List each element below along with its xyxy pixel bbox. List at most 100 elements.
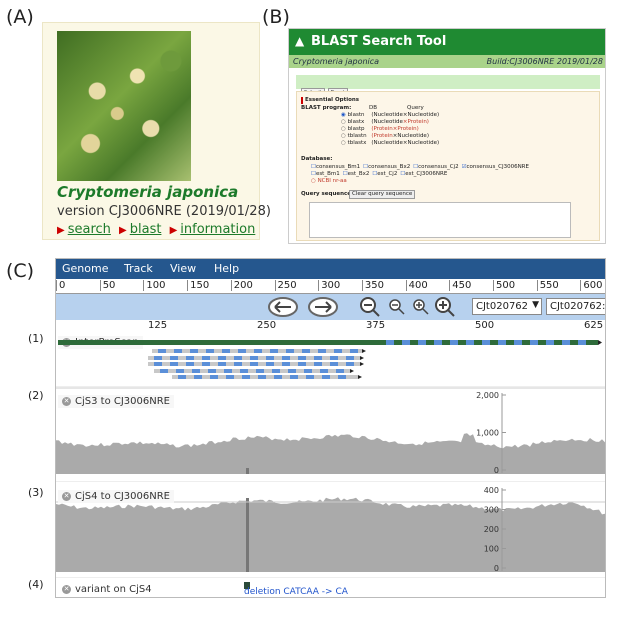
col-db: DB bbox=[369, 105, 378, 111]
program-name: blastp bbox=[347, 126, 365, 132]
db-option[interactable]: ☐consensus_Cj2 bbox=[413, 164, 458, 170]
db-ncbi[interactable]: NCBI nr-aa bbox=[318, 178, 347, 184]
program-option[interactable]: ○ blastx (Nucleotide×Protein) bbox=[341, 119, 439, 126]
zoom-in-icon[interactable] bbox=[413, 299, 429, 315]
db-option[interactable]: ☐est_Cj2 bbox=[372, 171, 397, 177]
db-option[interactable]: ☐consensus_Bm1 bbox=[311, 164, 360, 170]
blast-form: Essential Options BLAST program: DB Quer… bbox=[296, 91, 600, 241]
program-option[interactable]: ○ tblastn (Protein×Nucleotide) bbox=[341, 133, 439, 140]
strand-arrow-icon bbox=[358, 375, 362, 379]
program-db: (Protein bbox=[371, 133, 393, 139]
interpro-features bbox=[58, 340, 602, 379]
zoom-out-icon[interactable] bbox=[389, 299, 405, 315]
y-axis-tick: 1,000 bbox=[476, 429, 499, 438]
domain-segment bbox=[286, 349, 294, 353]
zoom-out-large-icon[interactable] bbox=[359, 296, 381, 318]
track-interproscan: ✕InterProScan bbox=[56, 332, 605, 386]
domain-segment bbox=[208, 369, 216, 373]
menu-genome[interactable]: Genome bbox=[62, 262, 108, 275]
program-option[interactable]: ◉ blastn (Nucleotide×Nucleotide) bbox=[341, 112, 439, 119]
information-link[interactable]: information bbox=[180, 222, 255, 237]
variant-dip bbox=[246, 498, 249, 572]
track-label-3: (3) bbox=[28, 486, 44, 499]
menu-view[interactable]: View bbox=[170, 262, 196, 275]
domain-segment bbox=[330, 356, 338, 360]
program-list: ◉ blastn (Nucleotide×Nucleotide) ○ blastx… bbox=[341, 112, 439, 147]
domain-segment bbox=[238, 349, 246, 353]
pan-right-icon[interactable] bbox=[307, 296, 339, 318]
reference-select-value: CJt020762 bbox=[476, 301, 529, 312]
domain-segment bbox=[498, 340, 506, 345]
program-option[interactable]: ○ blastp (Protein×Protein) bbox=[341, 126, 439, 133]
radio-icon[interactable]: ○ bbox=[341, 119, 346, 125]
close-icon[interactable]: ✕ bbox=[62, 492, 71, 501]
program-name: tblastx bbox=[347, 140, 367, 146]
program-label: BLAST program: bbox=[301, 105, 352, 111]
domain-segment bbox=[546, 340, 554, 345]
radio-icon[interactable]: ○ bbox=[341, 126, 346, 132]
menu-track[interactable]: Track bbox=[124, 262, 153, 275]
db-option[interactable]: ☐est_Bx2 bbox=[343, 171, 370, 177]
track-label-cjs4[interactable]: ✕ CjS4 to CJ3006NRE bbox=[58, 490, 174, 503]
ruler-tick: 450 bbox=[449, 280, 471, 291]
panel-label-a: (A) bbox=[6, 6, 34, 28]
detail-tick: 625 bbox=[584, 320, 604, 331]
triangle-icon: ▶ bbox=[119, 225, 127, 236]
domain-segment bbox=[254, 349, 262, 353]
domain-segment bbox=[234, 356, 242, 360]
overview-ruler[interactable]: 0 50 100 150 200 250 300 350 400 450 500 550 600 bbox=[56, 279, 605, 294]
domain-segment bbox=[202, 362, 210, 366]
domain-segment bbox=[234, 362, 242, 366]
pan-left-icon[interactable] bbox=[267, 296, 299, 318]
reference-select[interactable]: CJt020762 ▼ bbox=[472, 298, 542, 315]
location-input[interactable]: CJt020762: bbox=[546, 298, 605, 315]
domain-segment bbox=[202, 356, 210, 360]
domain-segment bbox=[304, 369, 312, 373]
ruler-tick: 100 bbox=[143, 280, 165, 291]
domain-segment bbox=[290, 375, 298, 379]
strand-arrow-icon bbox=[360, 362, 364, 366]
domain-segment bbox=[336, 369, 344, 373]
query-textarea[interactable] bbox=[309, 202, 571, 238]
track-label-4: (4) bbox=[28, 578, 44, 591]
domain-segment bbox=[266, 362, 274, 366]
search-link[interactable]: search bbox=[68, 222, 111, 237]
track-label-cjs3[interactable]: ✕ CjS3 to CJ3006NRE bbox=[58, 395, 174, 408]
close-icon[interactable]: ✕ bbox=[62, 397, 71, 406]
program-db: (Nucleotide bbox=[371, 112, 403, 118]
database-label: Database: bbox=[301, 156, 333, 162]
track-cjs4: 400 300 200 100 0 ✕ CjS4 to CJ3006NRE bbox=[56, 481, 605, 573]
ruler-tick: 250 bbox=[274, 280, 297, 291]
radio-icon[interactable]: ◉ bbox=[341, 112, 346, 118]
domain-segment bbox=[240, 369, 248, 373]
radio-icon[interactable]: ○ bbox=[341, 133, 346, 139]
domain-segment bbox=[350, 349, 358, 353]
track-label-variant[interactable]: ✕ variant on CjS4 bbox=[58, 583, 156, 596]
db-option[interactable]: ☐est_CJ3006NRE bbox=[400, 171, 447, 177]
blast-link[interactable]: blast bbox=[130, 222, 162, 237]
domain-segment bbox=[466, 340, 474, 345]
menu-help[interactable]: Help bbox=[214, 262, 239, 275]
domain-segment bbox=[174, 349, 182, 353]
db-option[interactable]: ☑consensus_CJ3006NRE bbox=[462, 164, 529, 170]
blast-species: Cryptomeria japonica bbox=[293, 57, 380, 66]
db-option[interactable]: ☐consensus_Bx2 bbox=[363, 164, 410, 170]
domain-segment bbox=[160, 369, 168, 373]
y-axis-tick: 2,000 bbox=[476, 391, 499, 400]
domain-segment bbox=[322, 375, 330, 379]
domain-segment bbox=[314, 362, 322, 366]
clear-query-button[interactable]: Clear query sequence bbox=[349, 190, 416, 199]
strand-arrow-icon bbox=[362, 349, 366, 353]
close-icon[interactable]: ✕ bbox=[62, 585, 71, 594]
radio-icon[interactable]: ○ bbox=[341, 140, 346, 146]
y-axis-tick: 0 bbox=[494, 564, 499, 573]
species-name: Cryptomeria japonica bbox=[57, 183, 239, 201]
panel-label-c: (C) bbox=[6, 260, 35, 282]
program-option[interactable]: ○ tblastx (Nucleotide×Nucleotide) bbox=[341, 140, 439, 147]
zoom-in-large-icon[interactable] bbox=[434, 296, 456, 318]
blast-window: ▲ BLAST Search Tool Cryptomeria japonica… bbox=[288, 28, 606, 244]
domain-segment bbox=[256, 369, 264, 373]
program-query: ×Nucleotide) bbox=[392, 133, 429, 139]
db-option[interactable]: ☐est_Bm1 bbox=[311, 171, 340, 177]
variant-description: deletion CATCAA -> CA bbox=[244, 587, 348, 597]
